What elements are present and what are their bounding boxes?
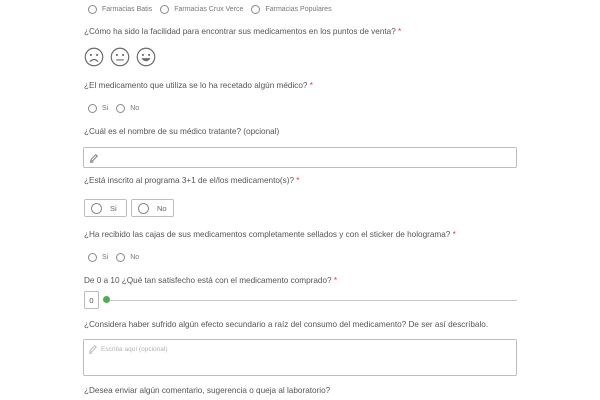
happy-face-icon[interactable]: [136, 47, 156, 67]
question-program-label: ¿Está inscrito al programa 3+1 de el/los…: [84, 176, 299, 185]
radio-label: No: [157, 203, 167, 213]
question-prescribed-label: ¿El medicamento que utiliza se lo ha rec…: [84, 81, 313, 90]
question-text: ¿Desea enviar algún comentario, sugerenc…: [84, 386, 331, 395]
radio-sealed-si[interactable]: Si: [88, 253, 108, 262]
radio-label: No: [130, 105, 140, 112]
question-ease-label: ¿Cómo ha sido la facilidad para encontra…: [84, 27, 401, 36]
required-mark: *: [452, 230, 456, 239]
satisfaction-value-box: 0: [84, 291, 99, 309]
question-text: De 0 a 10 ¿Qué tan satisfecho está con e…: [84, 276, 332, 285]
radio-circle-icon: [88, 5, 97, 14]
radio-prescribed-si[interactable]: Si: [88, 104, 108, 113]
radio-label: Si: [102, 105, 109, 112]
survey-form: Farmacias Batis Farmacias Crux Verce Far…: [0, 0, 600, 400]
prescribed-radio-group: Si No: [88, 104, 147, 113]
question-text: ¿Está inscrito al programa 3+1 de el/los…: [84, 176, 295, 185]
radio-circle-icon: [116, 104, 126, 113]
question-sealed-label: ¿Ha recibido las cajas de sus medicament…: [84, 230, 456, 239]
radio-prescribed-no[interactable]: No: [116, 104, 139, 113]
question-text: ¿El medicamento que utiliza se lo ha rec…: [84, 81, 308, 90]
program-radio-group: Si No: [84, 199, 174, 217]
question-text: ¿Cuál es el nombre de su médico tratante…: [84, 127, 280, 136]
sealed-radio-group: Si No: [88, 253, 147, 262]
radio-label: Si: [110, 203, 117, 213]
radio-circle-icon: [88, 253, 97, 262]
neutral-face-icon[interactable]: [110, 47, 130, 67]
required-mark: *: [296, 176, 300, 185]
question-side-effect-label: ¿Considera haber sufrido algún efecto se…: [84, 320, 488, 329]
doctor-name-input[interactable]: [83, 147, 517, 168]
radio-farmacias-populares[interactable]: Farmacias Populares: [251, 5, 332, 14]
required-mark: *: [398, 27, 402, 36]
radio-farmacias-batis[interactable]: Farmacias Batis: [88, 5, 152, 14]
question-comment-label: ¿Desea enviar algún comentario, sugerenc…: [84, 386, 330, 395]
radio-circle-icon: [160, 5, 170, 14]
side-effect-textarea[interactable]: Escriba aquí (opcional): [83, 339, 517, 376]
radio-circle-icon: [138, 202, 149, 214]
radio-farmacias-crux-verce[interactable]: Farmacias Crux Verce: [160, 5, 243, 14]
radio-label: Farmacias Batis: [102, 6, 153, 13]
radio-program-no[interactable]: No: [131, 199, 174, 217]
question-text: ¿Considera haber sufrido algún efecto se…: [84, 320, 489, 329]
question-doctor-label: ¿Cuál es el nombre de su médico tratante…: [84, 127, 279, 136]
question-text: ¿Cómo ha sido la facilidad para encontra…: [84, 27, 396, 36]
slider-track: [103, 299, 517, 301]
radio-label: Farmacias Populares: [265, 6, 332, 13]
radio-circle-icon: [116, 253, 126, 262]
radio-circle-icon: [251, 5, 261, 14]
pharmacy-radio-group: Farmacias Batis Farmacias Crux Verce Far…: [88, 5, 340, 14]
slider-thumb[interactable]: [103, 296, 110, 303]
radio-program-si[interactable]: Si: [84, 199, 127, 217]
ease-rating-faces: [84, 47, 156, 67]
pencil-icon: [89, 345, 97, 354]
radio-sealed-no[interactable]: No: [116, 253, 139, 262]
required-mark: *: [309, 81, 313, 90]
required-mark: *: [333, 276, 338, 285]
pencil-icon: [90, 154, 98, 163]
side-effect-placeholder: Escriba aquí (opcional): [101, 346, 168, 353]
radio-label: Si: [102, 254, 109, 261]
sad-face-icon[interactable]: [84, 47, 104, 67]
question-satisfaction-label: De 0 a 10 ¿Qué tan satisfecho está con e…: [84, 276, 337, 285]
radio-circle-icon: [88, 104, 97, 113]
radio-label: No: [130, 254, 140, 261]
radio-circle-icon: [91, 202, 102, 214]
question-text: ¿Ha recibido las cajas de sus medicament…: [84, 230, 451, 239]
satisfaction-value: 0: [89, 295, 94, 305]
radio-label: Farmacias Crux Verce: [174, 6, 244, 13]
satisfaction-slider[interactable]: [103, 296, 517, 304]
